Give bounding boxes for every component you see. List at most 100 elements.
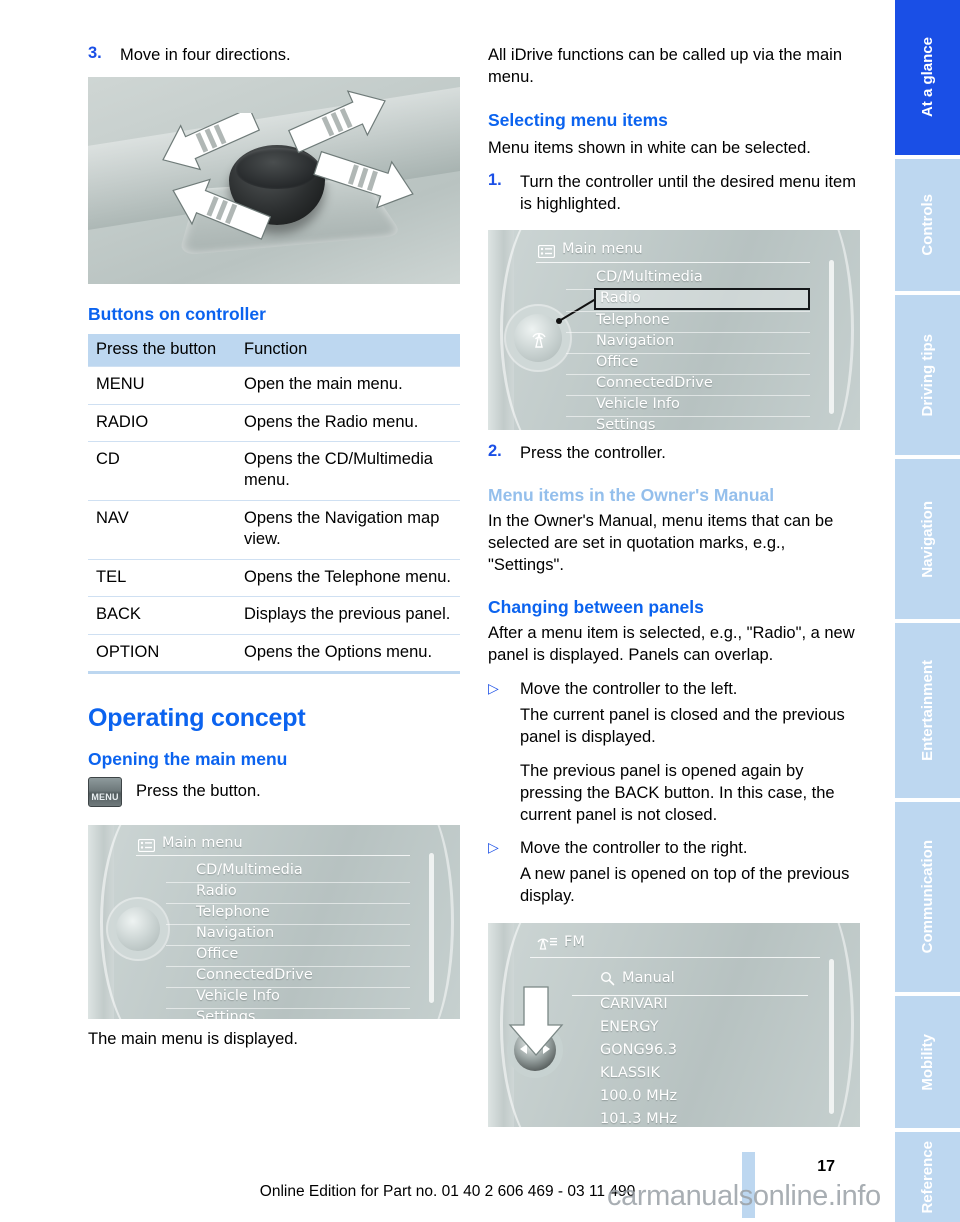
table-row: OPTION Opens the Options menu. xyxy=(88,633,460,673)
fm-frequency-101-3[interactable]: 101.3 MHz xyxy=(600,1111,677,1127)
sidebar-tab-at-a-glance[interactable]: At a glance xyxy=(895,0,960,155)
sidebar-tab-reference[interactable]: Reference xyxy=(895,1132,960,1222)
bullet-move-right-note-1: A new panel is opened on top of the prev… xyxy=(520,864,850,906)
table-row: MENU Open the main menu. xyxy=(88,366,460,405)
arrow-up-right-icon xyxy=(288,87,413,159)
table-cell-function: Opens the Telephone menu. xyxy=(236,558,460,597)
changing-panels-body: After a menu item is selected, e.g., "Ra… xyxy=(488,623,855,665)
menu-item-cd-multimedia[interactable]: CD/Multimedia xyxy=(596,269,703,285)
table-cell-function: Open the main menu. xyxy=(236,366,460,405)
bullet-move-left-note-1: The current panel is closed and the prev… xyxy=(520,706,845,747)
sidebar-tab-label: Entertainment xyxy=(919,660,936,761)
table-row: NAV Opens the Navigation map view. xyxy=(88,499,460,560)
step-3-number: 3. xyxy=(88,44,102,62)
table-cell-function: Displays the previous panel. xyxy=(236,596,460,635)
sidebar-tab-label: Controls xyxy=(919,194,936,256)
controller-photo xyxy=(88,77,460,285)
page-number: 17 xyxy=(817,1158,835,1175)
bullet-move-right-text: Move the controller to the right. xyxy=(520,838,748,857)
screen-scrollbar[interactable] xyxy=(829,959,834,1115)
radio-waves-icon xyxy=(528,328,550,354)
sidebar-tab-navigation[interactable]: Navigation xyxy=(895,459,960,619)
step-2: 2. Press the controller. xyxy=(488,442,860,464)
menu-item-navigation[interactable]: Navigation xyxy=(196,925,274,941)
table-cell-function: Opens the Radio menu. xyxy=(236,403,460,442)
heading-operating-concept: Operating concept xyxy=(88,704,306,733)
watermark-carmanualsonline: carmanualsonline.info xyxy=(607,1180,881,1212)
table-row: TEL Opens the Telephone menu. xyxy=(88,558,460,597)
menu-item-office[interactable]: Office xyxy=(596,354,638,370)
bullet-move-left-text: Move the controller to the left. xyxy=(520,680,738,699)
table-header-function: Function xyxy=(236,334,460,367)
bullet-move-left: ▷ Move the controller to the left. xyxy=(488,678,860,700)
menu-item-vehicle-info[interactable]: Vehicle Info xyxy=(196,988,280,1004)
radio-antenna-icon xyxy=(536,935,558,954)
press-the-button-text: Press the button. xyxy=(136,782,261,801)
menu-button-key-icon[interactable]: MENU xyxy=(88,777,122,808)
fm-search-manual-item[interactable]: Manual xyxy=(622,970,675,986)
sidebar-tab-controls[interactable]: Controls xyxy=(895,159,960,291)
menu-item-vehicle-info[interactable]: Vehicle Info xyxy=(596,396,680,412)
menu-item-telephone[interactable]: Telephone xyxy=(596,312,670,328)
menu-item-connecteddrive[interactable]: ConnectedDrive xyxy=(196,967,313,983)
fm-station-carivari[interactable]: CARIVARI xyxy=(600,996,668,1012)
idrive-main-menu-selected-screen: Main menu CD/Multimedia Radio Telephone … xyxy=(488,229,860,430)
fm-station-gong963[interactable]: GONG96.3 xyxy=(600,1042,677,1058)
arrow-down-left-icon xyxy=(146,175,271,247)
heading-selecting-menu-items: Selecting menu items xyxy=(488,110,668,131)
menu-item-radio[interactable]: Radio xyxy=(600,290,641,306)
menu-item-settings[interactable]: Settings xyxy=(196,1009,255,1019)
triangle-bullet-icon: ▷ xyxy=(488,838,499,855)
sidebar-tab-entertainment[interactable]: Entertainment xyxy=(895,623,960,798)
menu-item-radio[interactable]: Radio xyxy=(196,883,237,899)
heading-menu-items-owners-manual: Menu items in the Owner's Manual xyxy=(488,484,775,505)
menu-item-telephone[interactable]: Telephone xyxy=(196,904,270,920)
sidebar-tab-label: Driving tips xyxy=(919,333,936,417)
screen-arc-right xyxy=(764,229,854,430)
table-row: BACK Displays the previous panel. xyxy=(88,596,460,635)
manual-page: At a glance Controls Driving tips Naviga… xyxy=(0,0,960,1222)
table-cell-button: BACK xyxy=(88,596,236,635)
table-cell-button: OPTION xyxy=(88,633,236,673)
fm-station-energy[interactable]: ENERGY xyxy=(600,1019,659,1035)
heading-opening-the-main-menu: Opening the main menu xyxy=(88,749,288,770)
table-cell-function: Opens the Options menu. xyxy=(236,633,460,673)
list-menu-icon xyxy=(137,837,156,856)
step-1: 1. Turn the controller until the desired… xyxy=(488,171,860,215)
screen-scrollbar[interactable] xyxy=(429,853,434,1004)
heading-buttons-on-controller: Buttons on controller xyxy=(88,304,266,325)
bullet-move-left-note-2: The previous panel is opened again by pr… xyxy=(520,761,835,824)
table-cell-button: NAV xyxy=(88,499,236,560)
fm-station-klassik[interactable]: KLASSIK xyxy=(600,1065,660,1081)
arrow-down-right-icon xyxy=(310,151,435,223)
screen-title: FM xyxy=(564,934,585,951)
idrive-fm-screen: FM Manual CARIVARI ENERGY GONG96.3 KLASS… xyxy=(488,923,860,1128)
menu-item-settings[interactable]: Settings xyxy=(596,417,655,430)
sidebar-tab-communication[interactable]: Communication xyxy=(895,802,960,992)
menu-item-cd-multimedia[interactable]: CD/Multimedia xyxy=(196,862,303,878)
left-column: 3. Move in four directions. Buttons on c… xyxy=(88,0,460,1050)
main-menu-caption: The main menu is displayed. xyxy=(88,1030,299,1049)
sidebar-tab-label: Reference xyxy=(919,1140,936,1214)
menu-item-navigation[interactable]: Navigation xyxy=(596,333,674,349)
step-1-text: Turn the controller until the desired me… xyxy=(520,173,856,214)
fm-frequency-100-0[interactable]: 100.0 MHz xyxy=(600,1088,677,1104)
step-2-number: 2. xyxy=(488,441,502,460)
owners-manual-body: In the Owner's Manual, menu items that c… xyxy=(488,511,834,574)
menu-item-connecteddrive[interactable]: ConnectedDrive xyxy=(596,375,713,391)
table-header-row: Press the button Function xyxy=(88,334,460,367)
step-3-text: Move in four directions. xyxy=(120,46,291,64)
table-cell-button: CD xyxy=(88,440,236,501)
sidebar-tab-mobility[interactable]: Mobility xyxy=(895,996,960,1128)
screen-scrollbar[interactable] xyxy=(829,259,834,414)
sidebar-tab-driving-tips[interactable]: Driving tips xyxy=(895,295,960,455)
selecting-body: Menu items shown in white can be selecte… xyxy=(488,139,811,158)
menu-item-office[interactable]: Office xyxy=(196,946,238,962)
table-cell-button: RADIO xyxy=(88,403,236,442)
table-row: CD Opens the CD/Multimedia menu. xyxy=(88,440,460,501)
screen-title-rule xyxy=(536,261,810,263)
screen-title: Main menu xyxy=(162,835,243,852)
press-the-button-row: MENU Press the button. xyxy=(88,777,460,808)
magnifier-icon xyxy=(600,971,615,990)
table-cell-button: TEL xyxy=(88,558,236,597)
